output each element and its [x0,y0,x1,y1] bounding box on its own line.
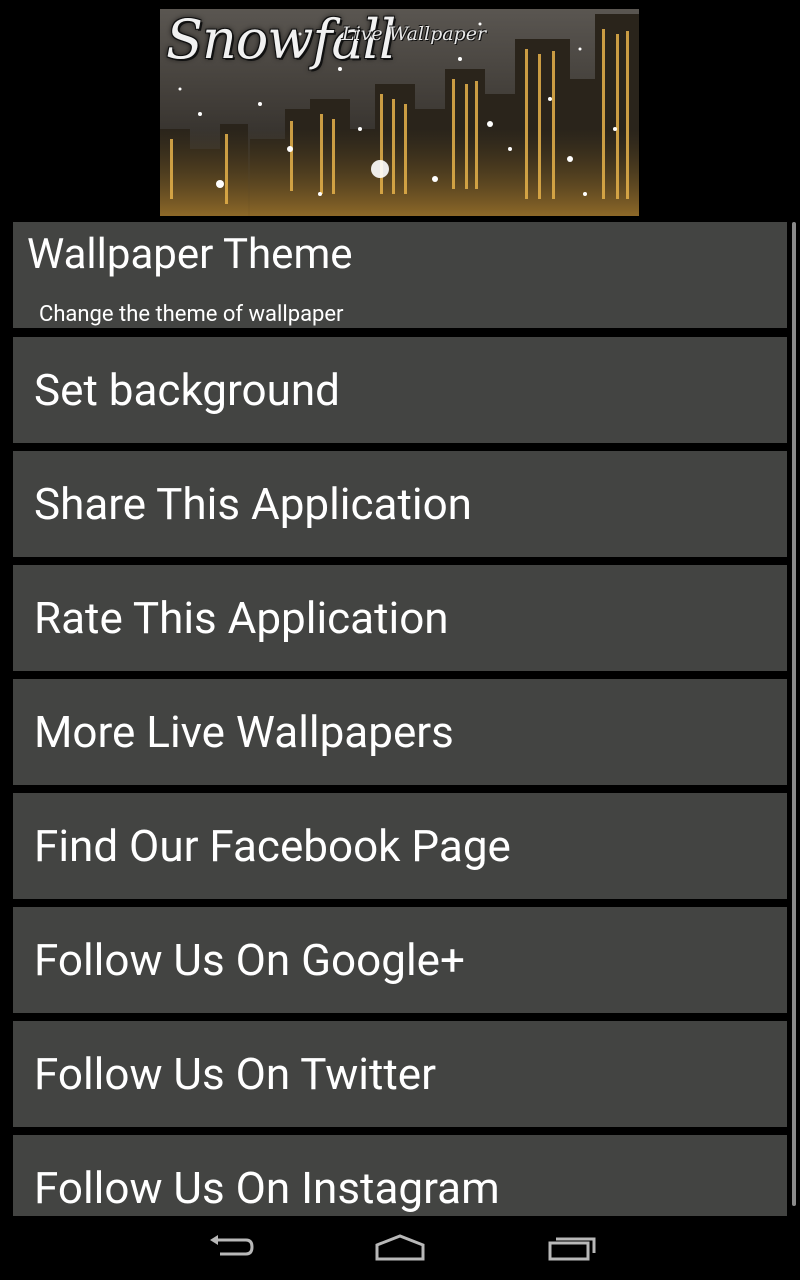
wallpaper-theme-item[interactable]: Wallpaper Theme Change the theme of wall… [13,222,787,328]
wallpaper-theme-label: Wallpaper Theme [27,230,353,279]
banner-subtitle: Live Wallpaper [342,23,487,45]
twitter-label: Follow Us On Twitter [34,1048,437,1100]
scrollbar[interactable] [792,222,796,1206]
recent-apps-button[interactable] [540,1228,604,1268]
instagram-label: Follow Us On Instagram [34,1162,500,1214]
wallpaper-theme-summary: Change the theme of wallpaper [39,302,344,327]
navigation-bar [0,1216,800,1280]
google-plus-label: Follow Us On Google+ [34,934,465,986]
facebook-page-item[interactable]: Find Our Facebook Page [13,793,787,899]
set-background-item[interactable]: Set background [13,337,787,443]
settings-list[interactable]: Wallpaper Theme Change the theme of wall… [0,222,800,1216]
google-plus-item[interactable]: Follow Us On Google+ [13,907,787,1013]
app-banner: Snowfall Live Wallpaper [160,9,639,216]
share-application-label: Share This Application [34,478,472,530]
instagram-item[interactable]: Follow Us On Instagram [13,1135,787,1216]
share-application-item[interactable]: Share This Application [13,451,787,557]
home-icon [375,1234,425,1261]
more-live-wallpapers-label: More Live Wallpapers [34,706,454,758]
set-background-label: Set background [34,364,340,416]
rate-application-label: Rate This Application [34,592,449,644]
back-icon [210,1235,254,1256]
twitter-item[interactable]: Follow Us On Twitter [13,1021,787,1127]
rate-application-item[interactable]: Rate This Application [13,565,787,671]
back-button[interactable] [198,1228,262,1268]
more-live-wallpapers-item[interactable]: More Live Wallpapers [13,679,787,785]
home-button[interactable] [368,1228,432,1268]
recent-apps-icon [548,1237,596,1261]
facebook-page-label: Find Our Facebook Page [34,820,511,872]
